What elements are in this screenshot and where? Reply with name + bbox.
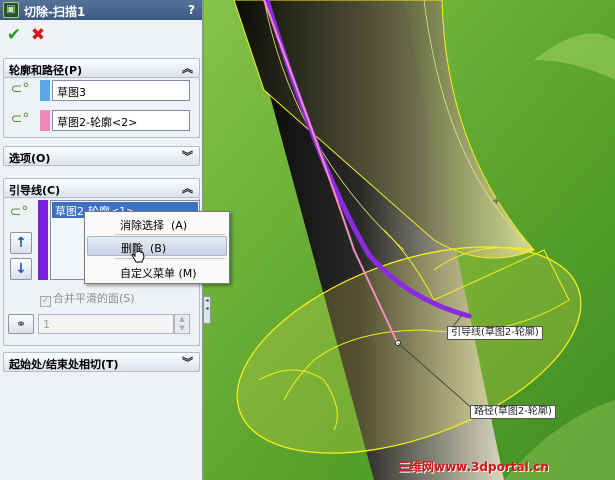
checkbox-icon[interactable]: ✓ bbox=[40, 296, 51, 307]
menu-item-delete[interactable]: 删除 (B) bbox=[87, 236, 227, 256]
guide-curve-icon: ⊂° bbox=[9, 204, 29, 220]
glasses-icon[interactable]: ⚭ bbox=[8, 314, 34, 334]
spin-field[interactable]: 1 bbox=[38, 314, 174, 334]
guide-callout[interactable]: 引导线(草图2-轮廓) bbox=[447, 326, 543, 340]
profile-color-swatch bbox=[40, 80, 50, 101]
section-title: 选项(O) bbox=[9, 152, 51, 165]
menu-item-label: 消除选择 bbox=[120, 219, 164, 232]
section-profile-path: ⊂° 草图3 ⊂° 草图2-轮廓<2> bbox=[3, 78, 200, 138]
graphics-viewport[interactable]: + 引导线(草图2-轮廓) 路径(草图2-轮廓) bbox=[204, 0, 615, 480]
menu-item-shortcut: (A) bbox=[171, 219, 188, 232]
help-button[interactable]: ? bbox=[188, 3, 195, 17]
menu-item-customize[interactable]: 自定义菜单 (M) bbox=[87, 262, 227, 282]
section-header-options[interactable]: 选项(O) ︾ bbox=[3, 146, 200, 166]
chevron-down-icon[interactable]: ︾ bbox=[182, 148, 193, 164]
section-header-tangency[interactable]: 起始处/结束处相切(T) ︾ bbox=[3, 352, 200, 372]
path-icon: ⊂° bbox=[10, 111, 30, 127]
menu-item-shortcut: (M) bbox=[178, 267, 197, 280]
close-icon[interactable]: ✖ bbox=[29, 26, 47, 44]
path-callout[interactable]: 路径(草图2-轮廓) bbox=[470, 405, 556, 419]
section-header-profile-path[interactable]: 轮廓和路径(P) ︽ bbox=[3, 58, 200, 78]
section-title: 轮廓和路径(P) bbox=[9, 64, 83, 77]
profile-icon: ⊂° bbox=[10, 81, 30, 97]
guide-color-bar bbox=[38, 200, 48, 280]
context-menu: 消除选择 (A) 删除 (B) 自定义菜单 (M) bbox=[84, 211, 230, 284]
section-title: 引导线(C) bbox=[9, 184, 61, 197]
move-down-button[interactable]: ↓ bbox=[10, 258, 32, 280]
menu-separator bbox=[115, 234, 225, 235]
move-up-button[interactable]: ↑ bbox=[10, 232, 32, 254]
menu-item-clear-selection[interactable]: 消除选择 (A) bbox=[87, 214, 227, 234]
sweep-cut-icon: ▣ bbox=[3, 2, 19, 18]
panel-collapse-tab[interactable]: ◂ ◂ bbox=[203, 296, 211, 324]
path-field[interactable]: 草图2-轮廓<2> bbox=[52, 110, 190, 131]
section-title: 起始处/结束处相切(T) bbox=[9, 358, 119, 371]
origin-cross: + bbox=[492, 196, 500, 207]
path-color-swatch bbox=[40, 110, 50, 131]
section-header-guide-curves[interactable]: 引导线(C) ︽ bbox=[3, 178, 200, 198]
check-icon[interactable]: ✔ bbox=[5, 26, 23, 44]
profile-field[interactable]: 草图3 bbox=[52, 80, 190, 101]
chevron-down-icon[interactable]: ︾ bbox=[182, 354, 193, 370]
menu-item-shortcut: (B) bbox=[150, 242, 167, 255]
window-title: 切除-扫描1 bbox=[24, 5, 86, 19]
chevron-up-icon[interactable]: ︽ bbox=[182, 60, 193, 76]
merge-smooth-label: 合并平滑的面(S) bbox=[53, 292, 135, 305]
merge-smooth-checkbox-row[interactable]: ✓ 合并平滑的面(S) bbox=[40, 290, 135, 307]
hand-cursor-icon bbox=[131, 243, 145, 263]
watermark: 三维网www.3dportal.cn bbox=[398, 460, 549, 474]
chevron-up-icon[interactable]: ︽ bbox=[182, 180, 193, 196]
ok-cancel-row: ✔ ✖ bbox=[0, 22, 202, 50]
title-bar: ▣ 切除-扫描1 ? bbox=[0, 0, 202, 20]
spinner-arrows[interactable]: ▲ ▼ bbox=[174, 314, 190, 334]
menu-item-label: 自定义菜单 bbox=[120, 267, 175, 280]
